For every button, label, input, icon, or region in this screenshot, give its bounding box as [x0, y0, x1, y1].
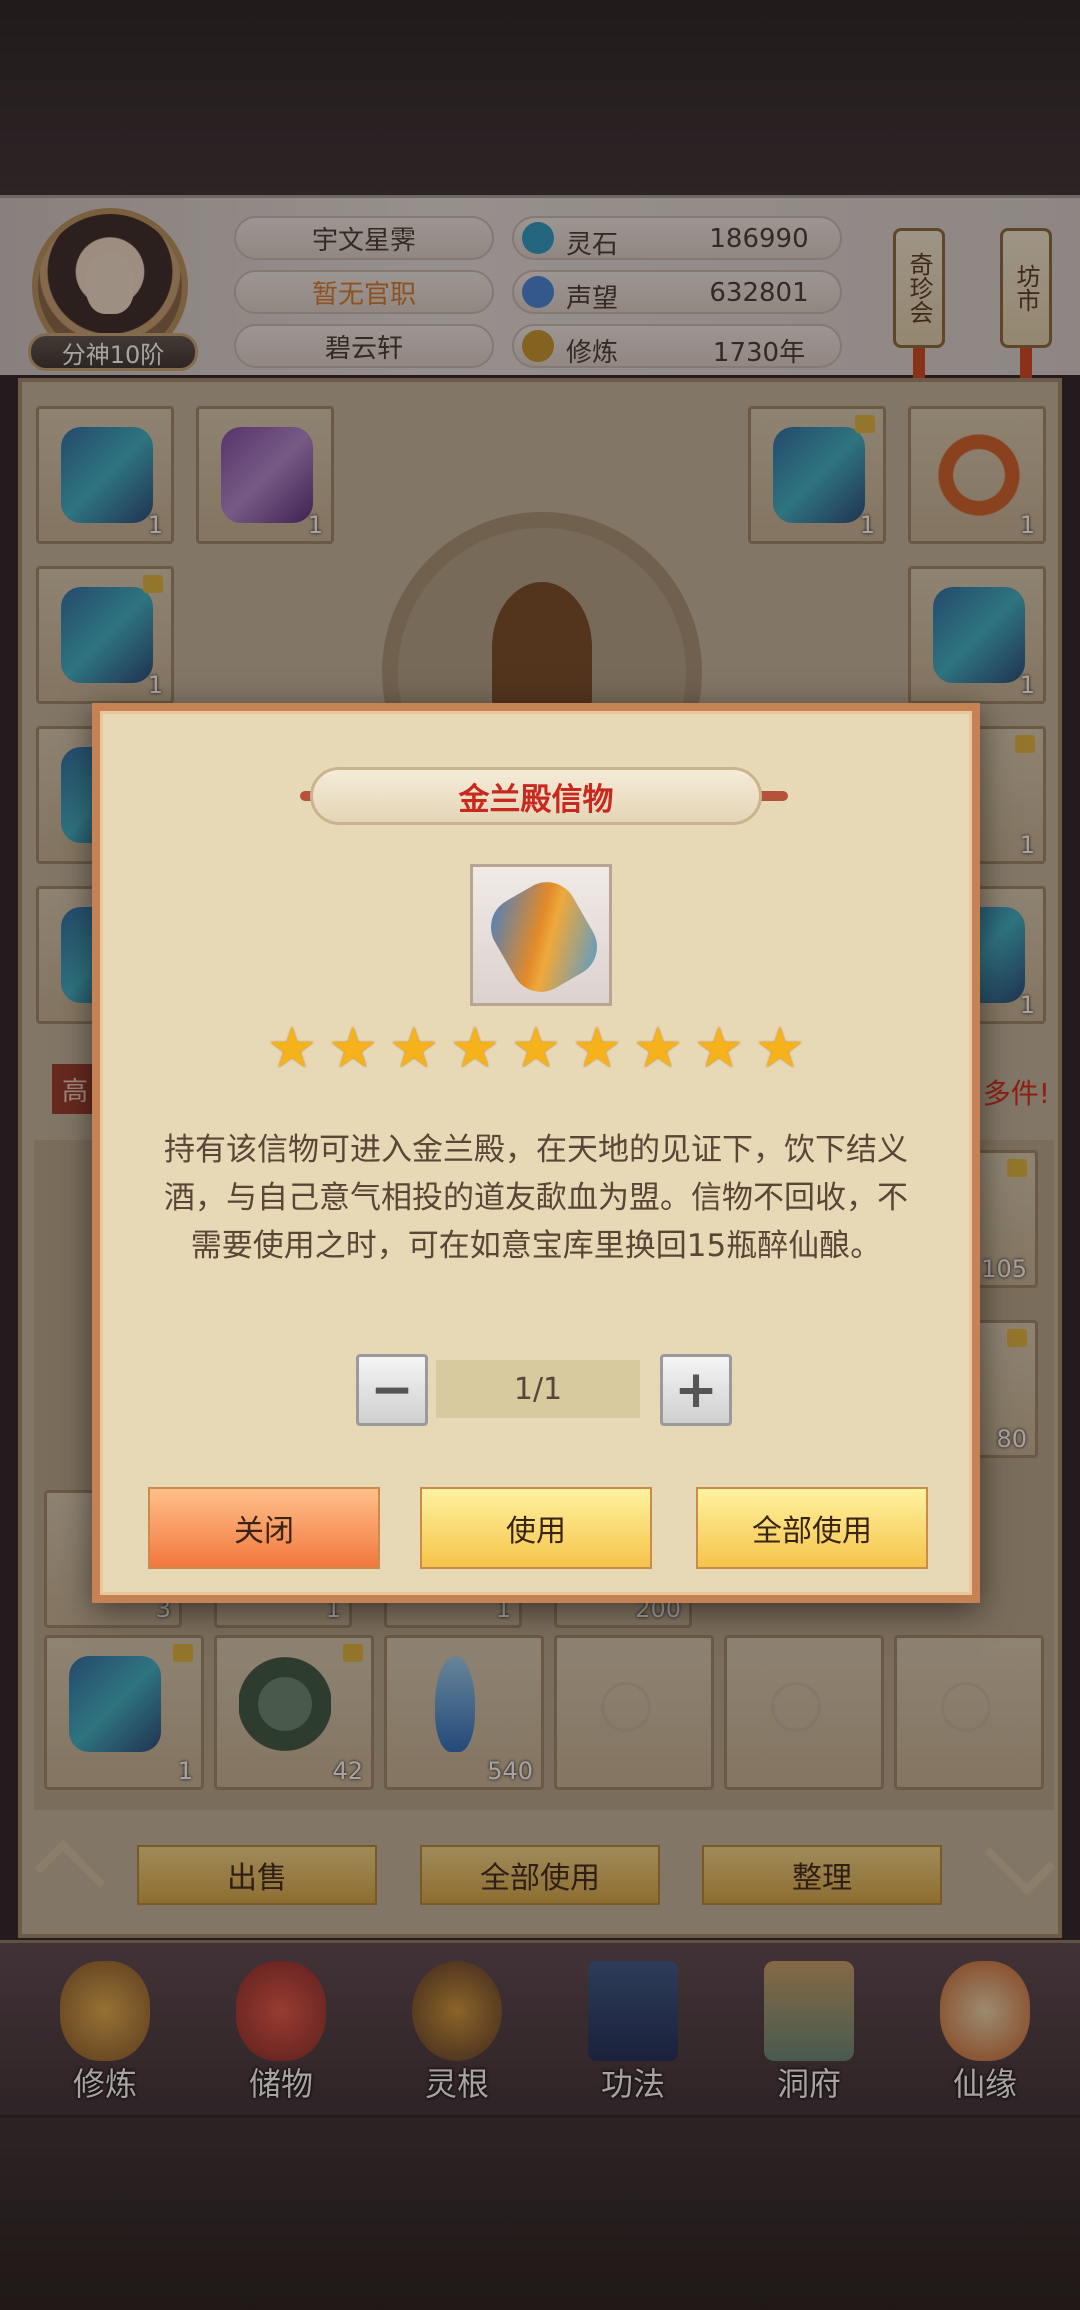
scroll-token-icon [480, 871, 608, 1003]
quantity-display[interactable]: 1/1 [436, 1360, 640, 1418]
close-button[interactable]: 关闭 [148, 1487, 380, 1569]
item-description: 持有该信物可进入金兰殿，在天地的见证下，饮下结义酒，与自己意气相投的道友歃血为盟… [164, 1132, 908, 1264]
dialog-title-bar: 金兰殿信物 [310, 767, 762, 825]
star-icon: ★ [571, 1016, 623, 1081]
item-dialog: 金兰殿信物 ★ ★ ★ ★ ★ ★ ★ ★ ★ 持有该信物可进入金兰殿，在天地的见证下，饮下结义… [92, 703, 980, 1603]
star-rating: ★ ★ ★ ★ ★ ★ ★ ★ ★ [100, 1021, 972, 1077]
dialog-title: 金兰殿信物 [458, 781, 614, 818]
star-icon: ★ [510, 1016, 562, 1081]
use-all-dialog-button[interactable]: 全部使用 [696, 1487, 928, 1569]
star-icon: ★ [327, 1016, 379, 1081]
star-icon: ★ [266, 1016, 318, 1081]
game-screen: { "header": { "realm_badge": "分神10阶", "p… [0, 0, 1080, 2310]
star-icon: ★ [388, 1016, 440, 1081]
minus-button[interactable]: − [356, 1354, 428, 1426]
star-icon: ★ [632, 1016, 684, 1081]
star-icon: ★ [449, 1016, 501, 1081]
plus-button[interactable]: + [660, 1354, 732, 1426]
star-icon: ★ [754, 1016, 806, 1081]
star-icon: ★ [693, 1016, 745, 1081]
quantity-stepper: − 1/1 + [100, 1354, 972, 1426]
use-button[interactable]: 使用 [420, 1487, 652, 1569]
item-preview [470, 864, 612, 1006]
